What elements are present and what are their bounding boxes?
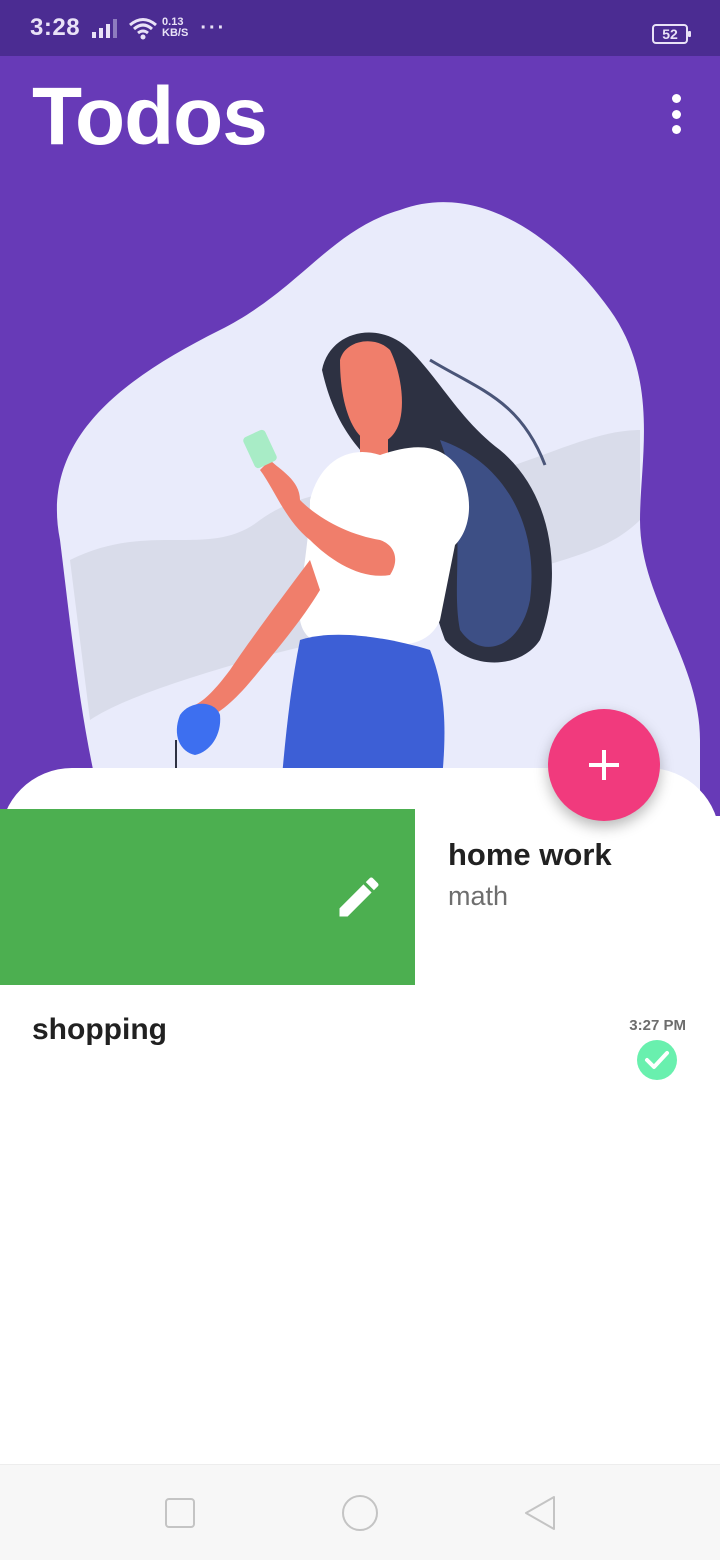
list-item[interactable]: home work math	[0, 809, 720, 985]
status-time: 3:28	[30, 14, 81, 41]
back-button[interactable]	[520, 1493, 560, 1533]
status-bar: 3:28 0.13 KB/S ··· 52	[0, 0, 720, 56]
edit-swipe-action[interactable]	[0, 809, 415, 985]
wifi-icon	[129, 18, 158, 40]
add-todo-button[interactable]	[548, 709, 660, 821]
system-navigation-bar	[0, 1464, 720, 1560]
plus-icon	[589, 750, 619, 780]
todo-time: 3:27 PM	[629, 1017, 686, 1034]
todo-title: shopping	[32, 1013, 167, 1046]
more-notifications-icon: ···	[200, 16, 227, 39]
network-speed: 0.13 KB/S	[162, 17, 188, 39]
list-item[interactable]: shopping 3:27 PM	[0, 985, 720, 1095]
recents-button[interactable]	[160, 1493, 200, 1533]
edit-icon	[339, 877, 379, 917]
check-icon	[637, 1040, 677, 1080]
todos-screen: 3:28 0.13 KB/S ··· 52 Todos home work ma…	[0, 0, 720, 1560]
header-illustration	[56, 202, 700, 801]
battery-icon: 52	[652, 24, 691, 44]
signal-icon	[92, 19, 118, 38]
network-speed-unit: KB/S	[162, 27, 189, 39]
home-button[interactable]	[340, 1493, 380, 1533]
battery-level: 52	[662, 26, 678, 42]
todo-description: math	[448, 881, 509, 911]
todo-title: home work	[448, 837, 612, 872]
